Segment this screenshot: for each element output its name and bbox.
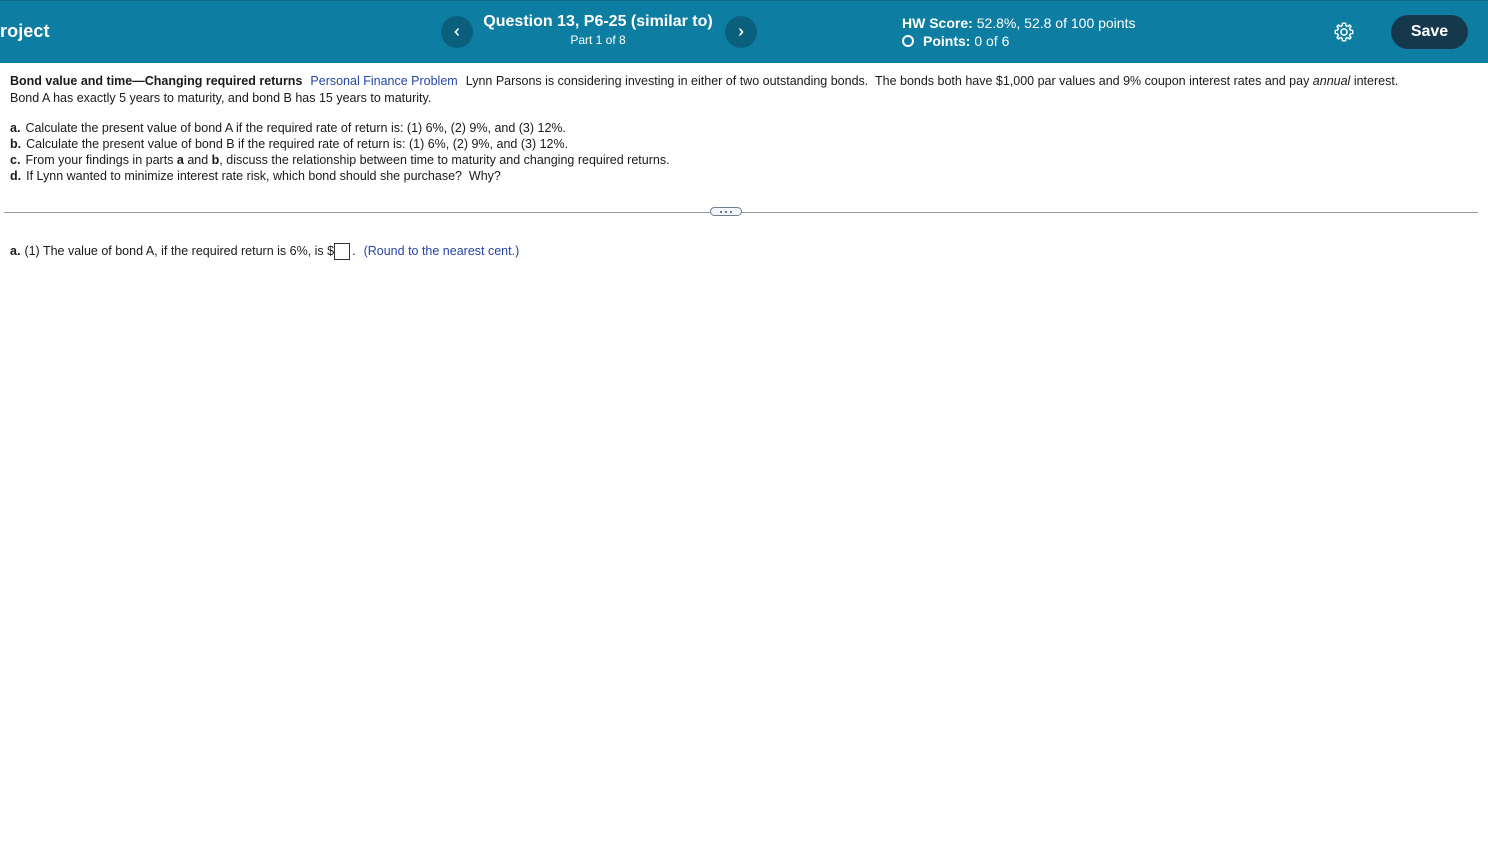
part-ref-a: a xyxy=(176,153,184,167)
expand-handle[interactable] xyxy=(710,207,742,216)
circle-icon xyxy=(902,35,914,47)
answer-hint: (Round to the nearest cent.) xyxy=(363,244,520,258)
problem-intro-end: interest. xyxy=(1350,74,1399,88)
points: Points: 0 of 6 xyxy=(902,32,1135,50)
problem-statement: Bond value and time—Changing required re… xyxy=(10,73,1478,107)
project-title: roject xyxy=(0,21,50,41)
part-text: From your findings in parts xyxy=(25,153,177,167)
problem-intro: Lynn Parsons is considering investing in… xyxy=(465,74,1313,88)
part-c: c. From your findings in parts a and b, d… xyxy=(10,152,670,168)
answer-letter: a. xyxy=(10,244,21,258)
hw-score-value: 52.8%, 52.8 of 100 points xyxy=(976,15,1136,31)
answer-input[interactable] xyxy=(334,243,351,260)
part-d: d. If Lynn wanted to minimize interest ra… xyxy=(10,168,670,184)
part-b: b. Calculate the present value of bond B … xyxy=(10,136,670,152)
problem-parts: a. Calculate the present value of bond A … xyxy=(10,120,670,184)
gear-icon[interactable] xyxy=(1333,21,1355,43)
answer-row: a. (1) The value of bond A, if the requi… xyxy=(10,243,519,260)
dot-icon xyxy=(725,210,727,213)
points-label: Points: xyxy=(923,33,971,49)
part-letter: c. xyxy=(10,153,21,167)
answer-prompt: (1) The value of bond A, if the required… xyxy=(24,244,335,258)
hw-score-label: HW Score: xyxy=(902,15,973,31)
part-text: If Lynn wanted to minimize interest rate… xyxy=(26,169,501,183)
question-title: Question 13, P6-25 (similar to) xyxy=(483,13,713,30)
save-button[interactable]: Save xyxy=(1391,15,1468,49)
problem-tag: Personal Finance Problem xyxy=(310,74,458,88)
chevron-left-icon xyxy=(454,27,460,37)
score-block: HW Score: 52.8%, 52.8 of 100 points Poin… xyxy=(902,14,1135,50)
part-text: Calculate the present value of bond A if… xyxy=(25,121,567,135)
problem-title: Bond value and time—Changing required re… xyxy=(10,74,303,88)
part-text: , discuss the relationship between time … xyxy=(219,153,670,167)
dot-icon xyxy=(730,210,732,213)
top-bar: roject Question 13, P6-25 (similar to) P… xyxy=(0,0,1488,63)
problem-intro-line2: Bond A has exactly 5 years to maturity, … xyxy=(10,91,432,105)
part-text: Calculate the present value of bond B if… xyxy=(26,137,569,151)
previous-question-button[interactable] xyxy=(441,16,473,48)
part-letter: d. xyxy=(10,169,22,183)
chevron-right-icon xyxy=(738,27,744,37)
points-value: 0 of 6 xyxy=(974,33,1010,49)
problem-intro-italic: annual xyxy=(1312,74,1351,88)
part-a: a. Calculate the present value of bond A … xyxy=(10,120,670,136)
part-text: and xyxy=(183,153,212,167)
part-letter: b. xyxy=(10,137,22,151)
question-info: Question 13, P6-25 (similar to) Part 1 o… xyxy=(470,12,726,49)
dot-icon xyxy=(720,210,722,213)
part-letter: a. xyxy=(10,121,21,135)
next-question-button[interactable] xyxy=(725,16,757,48)
question-part: Part 1 of 8 xyxy=(570,33,626,47)
hw-score: HW Score: 52.8%, 52.8 of 100 points xyxy=(902,14,1135,32)
answer-after: . xyxy=(352,244,356,258)
